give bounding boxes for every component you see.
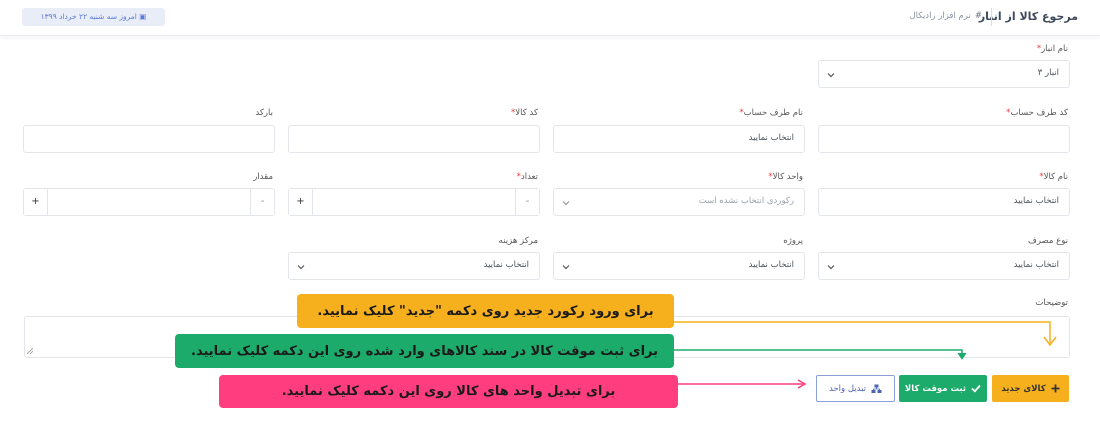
top-bar: مرجوع کالا از انبار #نرم افزار رادیکال ▣…: [0, 0, 1100, 36]
unit-placeholder: رکوردی انتخاب نشده است: [698, 196, 794, 206]
date-badge: ▣ امروز سه شنبه ۲۲ خرداد ۱۳۹۹: [22, 8, 165, 26]
account-name-label: نام طرف حساب*: [739, 108, 803, 118]
product-name-select[interactable]: انتخاب نمایید: [818, 188, 1070, 216]
breadcrumb-label: نرم افزار رادیکال: [909, 11, 971, 21]
convert-icon: [871, 384, 882, 393]
warehouse-select[interactable]: انبار ۳: [818, 60, 1070, 88]
breadcrumb-hash: #: [974, 11, 982, 21]
plus-icon: [1051, 384, 1060, 393]
account-name-value: انتخاب نمایید: [748, 133, 794, 143]
title-divider: [991, 8, 992, 26]
new-item-label: کالای جدید: [1001, 383, 1046, 394]
tooltip-convert-unit: برای تبدیل واحد های کالا روی این دکمه کل…: [219, 375, 678, 408]
account-code-input[interactable]: [818, 125, 1070, 153]
description-label: توضیحات: [1035, 298, 1068, 308]
arrow-convert-head: [797, 379, 807, 389]
temp-save-label: ثبت موقت کالا: [904, 383, 967, 394]
temp-save-button[interactable]: ثبت موقت کالا: [899, 375, 987, 402]
page-title: مرجوع کالا از انبار: [978, 10, 1078, 23]
date-text: امروز سه شنبه ۲۲ خرداد ۱۳۹۹: [40, 12, 137, 21]
tooltip-new: برای ورود رکورد جدید روی دکمه "جدید" کلی…: [297, 294, 674, 328]
resize-grip-icon[interactable]: [27, 348, 33, 354]
calendar-icon: ▣: [139, 12, 147, 21]
amount-plus-button[interactable]: +: [24, 189, 48, 215]
project-select[interactable]: انتخاب نمایید: [553, 252, 805, 280]
account-name-select[interactable]: انتخاب نمایید: [553, 125, 805, 153]
amount-label: مقدار: [253, 172, 273, 182]
product-name-label: نام کالا*: [1039, 172, 1068, 182]
convert-unit-label: تبدیل واحد: [828, 383, 867, 394]
amount-input[interactable]: [48, 189, 250, 215]
amount-stepper[interactable]: + -: [23, 188, 275, 216]
count-plus-button[interactable]: +: [289, 189, 313, 215]
usage-type-select[interactable]: انتخاب نمایید: [818, 252, 1070, 280]
breadcrumb[interactable]: #نرم افزار رادیکال: [909, 11, 982, 21]
chevron-down-icon: [562, 201, 570, 206]
barcode-input[interactable]: [23, 125, 275, 153]
product-code-input[interactable]: [288, 125, 540, 153]
count-stepper[interactable]: + -: [288, 188, 540, 216]
warehouse-label: نام انبار*: [1036, 44, 1068, 54]
project-label: پروژه: [783, 236, 803, 246]
product-code-label: کد کالا*: [511, 108, 538, 118]
count-minus-button[interactable]: -: [515, 189, 539, 215]
cost-center-select[interactable]: انتخاب نمایید: [288, 252, 540, 280]
unit-label: واحد کالا*: [768, 172, 803, 182]
new-item-button[interactable]: کالای جدید: [992, 375, 1069, 402]
amount-minus-button[interactable]: -: [250, 189, 274, 215]
cost-center-label: مرکز هزینه: [498, 236, 538, 246]
count-label: تعداد*: [516, 172, 538, 182]
count-input[interactable]: [313, 189, 515, 215]
chevron-down-icon: [827, 265, 835, 270]
product-name-value: انتخاب نمایید: [1013, 196, 1059, 206]
tooltip-temp-save: برای ثبت موقت کالا در سند کالاهای وارد ش…: [175, 334, 674, 368]
chevron-down-icon: [562, 265, 570, 270]
warehouse-value: انبار ۳: [1037, 68, 1059, 78]
chevron-down-icon: [297, 265, 305, 270]
account-code-label: کد طرف حساب*: [1006, 108, 1068, 118]
convert-unit-button[interactable]: تبدیل واحد: [816, 375, 895, 402]
usage-type-label: نوع مصرف: [1028, 236, 1068, 246]
chevron-down-icon: [827, 73, 835, 78]
barcode-label: بارکد: [255, 108, 273, 118]
unit-select[interactable]: رکوردی انتخاب نشده است: [553, 188, 805, 216]
check-icon: [971, 384, 981, 393]
